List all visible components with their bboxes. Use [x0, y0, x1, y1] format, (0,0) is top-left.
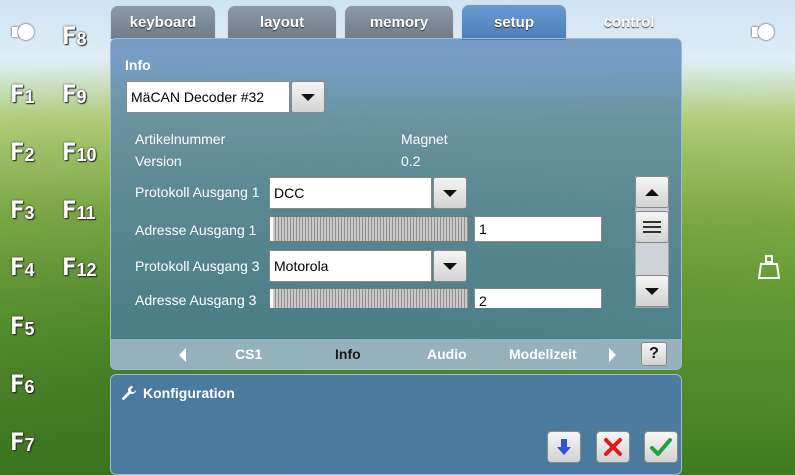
f4-key[interactable]: F4 — [10, 253, 34, 281]
f10-key[interactable]: F 10 — [62, 138, 96, 166]
chevron-down-icon — [645, 287, 659, 295]
help-button[interactable]: ? — [641, 342, 667, 366]
info-title: Info — [125, 57, 151, 73]
device-select[interactable]: MäCAN Decoder #32 — [126, 81, 290, 113]
config-title: Konfiguration — [143, 385, 235, 401]
protokoll3-select[interactable]: Motorola — [269, 250, 432, 282]
adresse1-label: Adresse Ausgang 1 — [135, 222, 257, 238]
tab-keyboard[interactable]: keyboard — [110, 5, 216, 39]
f1-key[interactable]: F1 — [10, 80, 34, 108]
scroll-handle[interactable] — [635, 211, 669, 243]
protokoll3-label: Protokoll Ausgang 3 — [135, 258, 260, 274]
adresse3-label: Adresse Ausgang 3 — [135, 292, 257, 308]
subnav-info[interactable]: Info — [335, 346, 361, 362]
check-icon — [650, 438, 672, 456]
left-lamp-icon[interactable] — [12, 24, 34, 40]
x-icon — [604, 438, 622, 456]
version-value: 0.2 — [401, 153, 421, 169]
config-panel: Konfiguration — [110, 374, 682, 475]
chevron-up-icon — [645, 188, 659, 196]
cancel-button[interactable] — [596, 431, 630, 463]
nav-right-arrow-icon[interactable] — [609, 348, 616, 362]
right-lamp-icon[interactable] — [752, 24, 774, 40]
artikel-value: Magnet — [401, 131, 448, 147]
download-button[interactable] — [547, 431, 581, 463]
weight-icon[interactable] — [757, 254, 781, 280]
tab-setup[interactable]: setup — [461, 4, 567, 40]
f5-key[interactable]: F5 — [10, 312, 34, 340]
chevron-down-icon — [443, 262, 457, 270]
protokoll1-dropdown-button[interactable] — [433, 177, 467, 209]
subnav-cs1[interactable]: CS1 — [235, 346, 262, 362]
adresse1-input[interactable]: 1 — [474, 216, 602, 242]
info-panel: Info MäCAN Decoder #32 Artikelnummer Mag… — [110, 38, 682, 370]
menu-icon — [643, 221, 661, 233]
confirm-button[interactable] — [644, 431, 678, 463]
down-arrow-icon — [557, 439, 571, 455]
scroll-down-button[interactable] — [635, 275, 669, 307]
artikel-label: Artikelnummer — [135, 131, 226, 147]
chevron-down-icon — [443, 189, 457, 197]
nav-left-arrow-icon[interactable] — [179, 348, 186, 362]
f12-key[interactable]: F 12 — [62, 253, 96, 281]
adresse3-row: Adresse Ausgang 3 2 — [111, 286, 631, 308]
adresse3-slider[interactable] — [269, 288, 469, 308]
subnav-audio[interactable]: Audio — [427, 346, 467, 362]
sub-navigation: CS1 Info Audio Modellzeit ? — [111, 339, 681, 369]
chevron-down-icon — [301, 93, 315, 101]
version-label: Version — [135, 153, 182, 169]
wrench-icon — [122, 386, 136, 400]
tab-layout[interactable]: layout — [227, 5, 337, 39]
tab-memory[interactable]: memory — [344, 5, 454, 39]
f8-key[interactable]: F8 — [62, 22, 86, 50]
protokoll1-select[interactable]: DCC — [269, 177, 432, 209]
scroll-up-button[interactable] — [635, 176, 669, 208]
adresse3-input[interactable]: 2 — [474, 288, 602, 308]
adresse1-slider[interactable] — [269, 216, 469, 242]
f6-key[interactable]: F6 — [10, 370, 34, 398]
protokoll3-dropdown-button[interactable] — [433, 250, 467, 282]
protokoll1-label: Protokoll Ausgang 1 — [135, 184, 260, 200]
f3-key[interactable]: F3 — [10, 196, 34, 224]
subnav-modellzeit[interactable]: Modellzeit — [509, 346, 577, 362]
device-dropdown-button[interactable] — [291, 81, 325, 113]
f9-key[interactable]: F9 — [62, 80, 86, 108]
f7-key[interactable]: F7 — [10, 428, 34, 456]
f11-key[interactable]: F 11 — [62, 196, 95, 224]
tab-control[interactable]: control — [574, 5, 684, 39]
f2-key[interactable]: F2 — [10, 138, 34, 166]
